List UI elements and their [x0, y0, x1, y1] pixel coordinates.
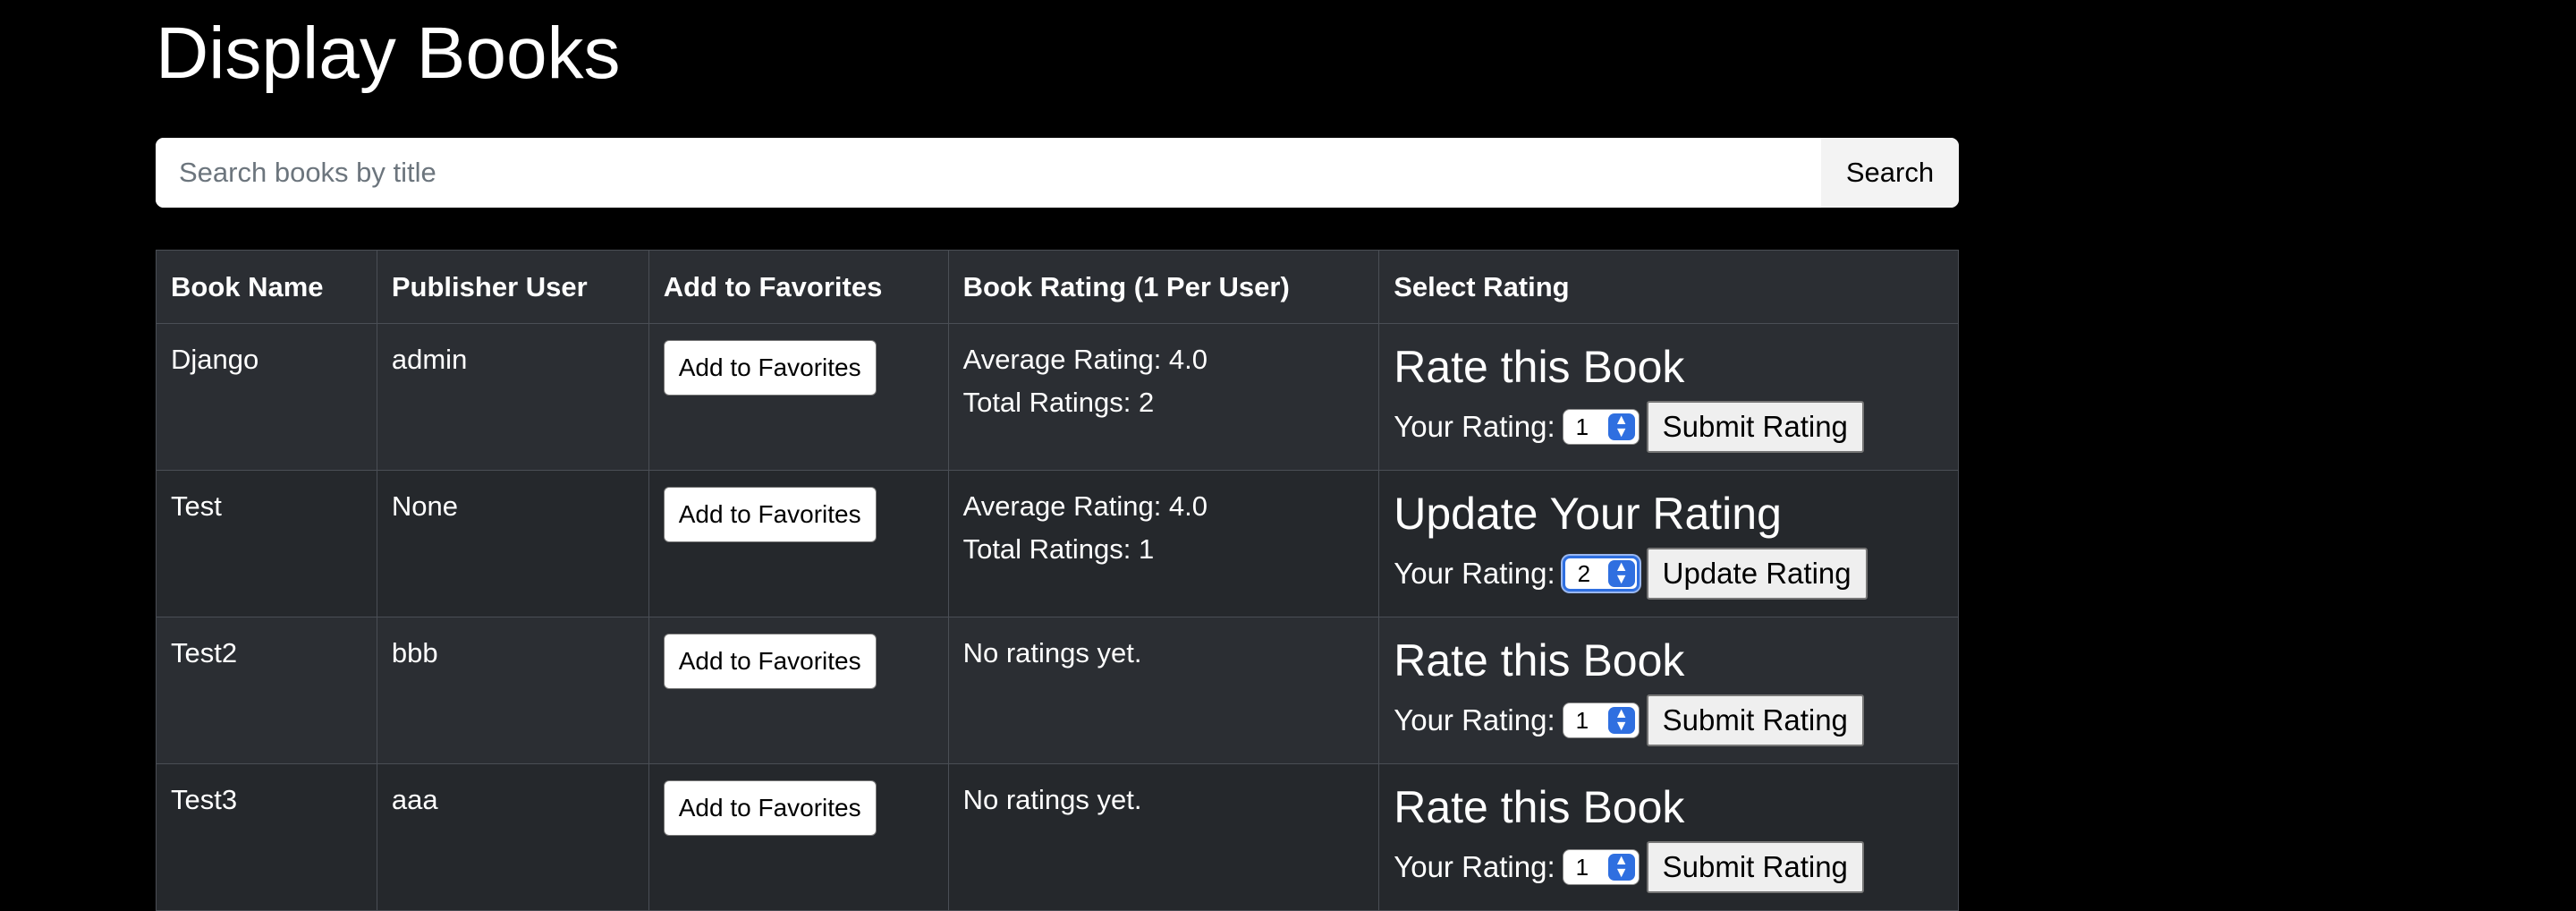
rating-info-cell: No ratings yet. — [947, 617, 1380, 764]
page-title: Display Books — [156, 13, 621, 94]
rating-info-cell: Average Rating: 4.0 Total Ratings: 2 — [947, 323, 1380, 471]
rate-heading: Update Your Rating — [1394, 489, 1782, 539]
header-add-to-favorites: Add to Favorites — [648, 250, 949, 324]
rating-select-value: 1 — [1575, 854, 1589, 881]
chevron-up-down-icon: ▲ ▼ — [1607, 707, 1635, 734]
favorites-cell: Add to Favorites — [648, 470, 949, 617]
select-rating-cell: Update Your Rating Your Rating: 2 ▲ ▼ Upd… — [1378, 470, 1959, 617]
chevron-up-down-icon: ▲ ▼ — [1607, 560, 1635, 587]
book-name-cell: Test3 — [156, 763, 377, 911]
rating-form: Your Rating: 1 ▲ ▼ Submit Rating — [1394, 841, 1944, 893]
average-rating-text: No ratings yet. — [962, 637, 1142, 668]
rating-form: Your Rating: 1 ▲ ▼ Submit Rating — [1394, 694, 1944, 746]
update-rating-button[interactable]: Update Rating — [1646, 548, 1868, 600]
publisher-cell: None — [376, 470, 649, 617]
rating-select-value: 1 — [1575, 413, 1589, 440]
publisher-cell: admin — [376, 323, 649, 471]
favorites-cell: Add to Favorites — [648, 323, 949, 471]
rate-heading: Rate this Book — [1394, 635, 1685, 685]
publisher-cell: bbb — [376, 617, 649, 764]
total-ratings-text: Total Ratings: 1 — [962, 533, 1155, 565]
publisher-cell: aaa — [376, 763, 649, 911]
search-form: Search — [156, 138, 1959, 208]
average-rating-text: Average Rating: 4.0 — [962, 344, 1208, 375]
favorites-cell: Add to Favorites — [648, 617, 949, 764]
submit-rating-button[interactable]: Submit Rating — [1646, 841, 1864, 893]
table-header-row: Book Name Publisher User Add to Favorite… — [156, 250, 1959, 324]
table-row: Test None Add to Favorites Average Ratin… — [156, 470, 1959, 617]
chevron-up-down-icon: ▲ ▼ — [1607, 854, 1635, 881]
rating-select[interactable]: 2 ▲ ▼ — [1562, 556, 1640, 592]
your-rating-label: Your Rating: — [1394, 410, 1555, 443]
table-row: Django admin Add to Favorites Average Ra… — [156, 323, 1959, 471]
table-row: Test2 bbb Add to Favorites No ratings ye… — [156, 617, 1959, 764]
books-table: Book Name Publisher User Add to Favorite… — [156, 250, 1959, 911]
average-rating-text: Average Rating: 4.0 — [962, 490, 1208, 522]
rating-select-value: 2 — [1577, 560, 1591, 587]
rate-heading: Rate this Book — [1394, 782, 1685, 832]
rating-form: Your Rating: 2 ▲ ▼ Update Rating — [1394, 548, 1944, 600]
rate-heading: Rate this Book — [1394, 342, 1685, 392]
submit-rating-button[interactable]: Submit Rating — [1646, 401, 1864, 453]
rating-select[interactable]: 1 ▲ ▼ — [1562, 702, 1640, 738]
header-select-rating: Select Rating — [1378, 250, 1959, 324]
rating-select-value: 1 — [1575, 707, 1589, 734]
book-name-cell: Test — [156, 470, 377, 617]
book-name-cell: Test2 — [156, 617, 377, 764]
select-rating-cell: Rate this Book Your Rating: 1 ▲ ▼ Submit … — [1378, 323, 1959, 471]
book-name-cell: Django — [156, 323, 377, 471]
your-rating-label: Your Rating: — [1394, 557, 1555, 590]
rating-select[interactable]: 1 ▲ ▼ — [1562, 409, 1640, 445]
rating-info-cell: No ratings yet. — [947, 763, 1380, 911]
header-publisher-user: Publisher User — [376, 250, 649, 324]
select-rating-cell: Rate this Book Your Rating: 1 ▲ ▼ Submit … — [1378, 763, 1959, 911]
chevron-up-down-icon: ▲ ▼ — [1607, 413, 1635, 440]
search-input[interactable] — [156, 138, 1821, 208]
select-rating-cell: Rate this Book Your Rating: 1 ▲ ▼ Submit … — [1378, 617, 1959, 764]
submit-rating-button[interactable]: Submit Rating — [1646, 694, 1864, 746]
add-to-favorites-button[interactable]: Add to Favorites — [663, 780, 877, 836]
header-book-rating: Book Rating (1 Per User) — [947, 250, 1380, 324]
add-to-favorites-button[interactable]: Add to Favorites — [663, 487, 877, 542]
rating-info-cell: Average Rating: 4.0 Total Ratings: 1 — [947, 470, 1380, 617]
favorites-cell: Add to Favorites — [648, 763, 949, 911]
your-rating-label: Your Rating: — [1394, 850, 1555, 883]
rating-form: Your Rating: 1 ▲ ▼ Submit Rating — [1394, 401, 1944, 453]
total-ratings-text: Total Ratings: 2 — [962, 387, 1155, 418]
table-row: Test3 aaa Add to Favorites No ratings ye… — [156, 763, 1959, 911]
your-rating-label: Your Rating: — [1394, 703, 1555, 736]
header-book-name: Book Name — [156, 250, 377, 324]
rating-select[interactable]: 1 ▲ ▼ — [1562, 849, 1640, 885]
average-rating-text: No ratings yet. — [962, 784, 1142, 815]
add-to-favorites-button[interactable]: Add to Favorites — [663, 634, 877, 689]
add-to-favorites-button[interactable]: Add to Favorites — [663, 340, 877, 396]
search-button[interactable]: Search — [1821, 138, 1959, 208]
